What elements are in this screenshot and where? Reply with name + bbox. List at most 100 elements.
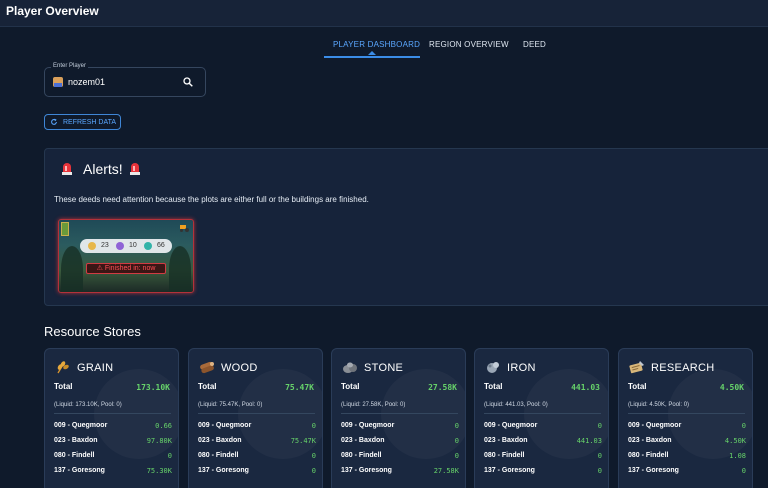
total-label: Total bbox=[54, 382, 73, 391]
total-label: Total bbox=[628, 382, 647, 391]
region-label: 137 - Goresong bbox=[628, 467, 679, 474]
resource-name: IRON bbox=[507, 362, 536, 374]
region-label: 080 - Findell bbox=[628, 452, 669, 459]
region-label: 023 - Baxdon bbox=[341, 437, 385, 444]
region-value: 441.03 bbox=[576, 437, 602, 445]
region-value: 0 bbox=[741, 467, 746, 475]
region-label: 137 - Goresong bbox=[484, 467, 535, 474]
region-row: 137 - Goresong 75.30K bbox=[54, 467, 172, 477]
divider bbox=[341, 413, 458, 414]
region-row: 023 - Baxdon 4.50K bbox=[628, 437, 746, 447]
total-label: Total bbox=[198, 382, 217, 391]
region-row: 137 - Goresong 0 bbox=[484, 467, 602, 477]
region-row: 009 - Quegmoor 0 bbox=[198, 422, 316, 432]
region-value: 0 bbox=[454, 422, 459, 430]
region-row: 137 - Goresong 27.58K bbox=[341, 467, 459, 477]
divider bbox=[198, 413, 315, 414]
liquid-pool-info: (Liquid: 4.50K, Pool: 0) bbox=[628, 402, 690, 408]
stone-icon bbox=[343, 362, 357, 373]
app-bar: Player Overview bbox=[0, 0, 768, 27]
region-label: 023 - Baxdon bbox=[198, 437, 242, 444]
refresh-data-button[interactable]: REFRESH DATA bbox=[44, 114, 121, 130]
resource-name: WOOD bbox=[221, 362, 258, 374]
region-value: 75.47K bbox=[290, 437, 316, 445]
worker-count-2: 10 bbox=[129, 242, 137, 249]
region-label: 080 - Findell bbox=[198, 452, 239, 459]
nav-tabs: PLAYER DASHBOARD REGION OVERVIEW DEED bbox=[0, 30, 768, 58]
resource-name: RESEARCH bbox=[651, 362, 715, 374]
deed-alert-card[interactable]: 23 10 66 ⚠ Finished in: now bbox=[58, 219, 194, 293]
finished-status-text: Finished in: now bbox=[104, 265, 156, 272]
region-label: 023 - Baxdon bbox=[54, 437, 98, 444]
player-avatar-icon bbox=[53, 77, 63, 87]
region-value: 75.30K bbox=[146, 467, 172, 475]
region-label: 080 - Findell bbox=[341, 452, 382, 459]
region-label: 009 - Quegmoor bbox=[484, 422, 538, 429]
liquid-pool-info: (Liquid: 75.47K, Pool: 0) bbox=[198, 402, 263, 408]
alerts-panel: Alerts! These deeds need attention becau… bbox=[44, 148, 768, 306]
refresh-data-label: REFRESH DATA bbox=[63, 119, 117, 126]
region-row: 080 - Findell 0 bbox=[198, 452, 316, 462]
region-row: 137 - Goresong 0 bbox=[198, 467, 316, 477]
grain-icon bbox=[57, 361, 69, 374]
resource-stores-title: Resource Stores bbox=[44, 324, 141, 339]
region-value: 0 bbox=[311, 467, 316, 475]
siren-icon bbox=[62, 163, 72, 175]
resource-card-research: RESEARCH Total 4.50K (Liquid: 4.50K, Poo… bbox=[618, 348, 753, 488]
active-tab-indicator bbox=[324, 56, 420, 58]
region-label: 023 - Baxdon bbox=[628, 437, 672, 444]
resource-card-iron: IRON Total 441.03 (Liquid: 441.03, Pool:… bbox=[474, 348, 609, 488]
worker-counts: 23 10 66 bbox=[80, 239, 172, 253]
tractor-icon bbox=[180, 225, 189, 232]
banner-icon bbox=[61, 222, 69, 236]
region-row: 009 - Quegmoor 0.66 bbox=[54, 422, 172, 432]
iron-icon bbox=[487, 362, 499, 373]
tree-decoration bbox=[61, 246, 83, 292]
siren-icon bbox=[130, 163, 140, 175]
region-row: 023 - Baxdon 97.80K bbox=[54, 437, 172, 447]
region-row: 009 - Quegmoor 0 bbox=[341, 422, 459, 432]
player-input[interactable] bbox=[68, 75, 178, 89]
app-title: Player Overview bbox=[6, 4, 99, 18]
worker-type-2-icon bbox=[116, 242, 124, 250]
region-label: 137 - Goresong bbox=[341, 467, 392, 474]
region-label: 080 - Findell bbox=[54, 452, 95, 459]
tab-player-dashboard[interactable]: PLAYER DASHBOARD bbox=[333, 40, 420, 49]
resource-card-stone: STONE Total 27.58K (Liquid: 27.58K, Pool… bbox=[331, 348, 466, 488]
alerts-title: Alerts! bbox=[83, 161, 123, 177]
region-value: 0 bbox=[741, 422, 746, 430]
region-value: 0 bbox=[597, 452, 602, 460]
region-value: 97.80K bbox=[146, 437, 172, 445]
region-row: 137 - Goresong 0 bbox=[628, 467, 746, 477]
worker-count-3: 66 bbox=[157, 242, 165, 249]
region-value: 0 bbox=[311, 422, 316, 430]
tab-deed[interactable]: DEED bbox=[523, 40, 546, 49]
region-row: 023 - Baxdon 75.47K bbox=[198, 437, 316, 447]
region-value: 0 bbox=[167, 452, 172, 460]
region-value: 0 bbox=[311, 452, 316, 460]
total-value: 173.10K bbox=[136, 383, 170, 392]
region-row: 080 - Findell 0 bbox=[54, 452, 172, 462]
refresh-icon bbox=[51, 118, 57, 125]
divider bbox=[628, 413, 745, 414]
region-label: 009 - Quegmoor bbox=[341, 422, 395, 429]
tree-decoration bbox=[169, 246, 191, 292]
total-value: 4.50K bbox=[719, 383, 744, 392]
region-value: 4.50K bbox=[724, 437, 746, 445]
wood-icon bbox=[200, 361, 214, 374]
liquid-pool-info: (Liquid: 27.58K, Pool: 0) bbox=[341, 402, 406, 408]
tab-region-overview[interactable]: REGION OVERVIEW bbox=[429, 40, 509, 49]
liquid-pool-info: (Liquid: 441.03, Pool: 0) bbox=[484, 402, 548, 408]
region-row: 023 - Baxdon 441.03 bbox=[484, 437, 602, 447]
region-label: 009 - Quegmoor bbox=[628, 422, 682, 429]
region-value: 0.66 bbox=[155, 422, 172, 430]
resource-name: GRAIN bbox=[77, 362, 114, 374]
player-field: Enter Player bbox=[44, 63, 206, 97]
total-value: 75.47K bbox=[285, 383, 314, 392]
research-icon bbox=[629, 361, 644, 374]
region-row: 009 - Quegmoor 0 bbox=[628, 422, 746, 432]
player-field-label: Enter Player bbox=[51, 63, 89, 69]
region-row: 009 - Quegmoor 0 bbox=[484, 422, 602, 432]
region-label: 137 - Goresong bbox=[198, 467, 249, 474]
search-icon[interactable] bbox=[183, 77, 193, 87]
